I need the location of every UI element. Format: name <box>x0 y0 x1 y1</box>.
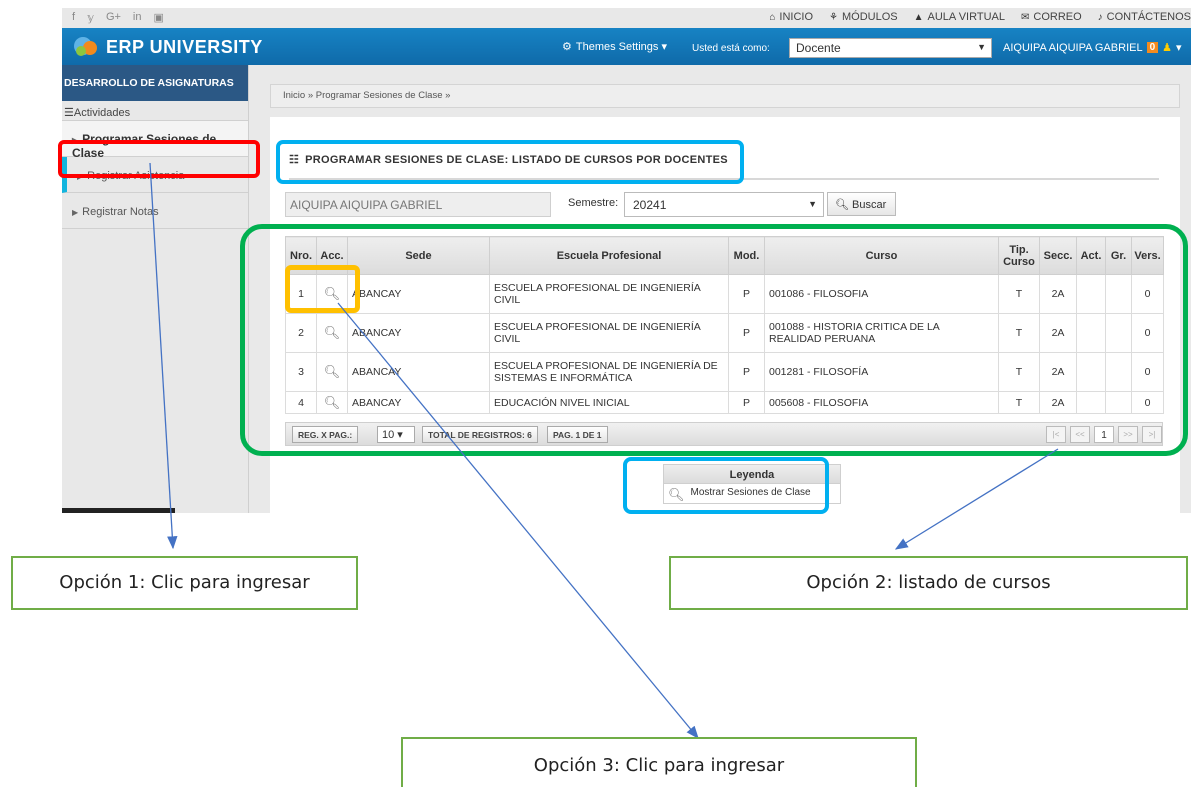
semester-label: Semestre: <box>568 197 619 209</box>
logo[interactable]: ERP UNIVERSITY <box>74 35 263 59</box>
highlight-legend <box>623 457 829 514</box>
chevron-down-icon: ▼ <box>808 199 817 209</box>
app-header: ERP UNIVERSITY ⚙ Themes Settings ▾ Usted … <box>62 28 1191 65</box>
breadcrumb: Inicio » Programar Sesiones de Clase » <box>270 84 1180 108</box>
top-bar: f 𝕪 G+ in ▣ ⌂ INICIO ⚘ MÓDULOS ▲ AULA VIRTU… <box>62 8 1191 28</box>
menu-icon: ☰ <box>64 107 74 119</box>
youtube-icon[interactable]: ▣ <box>153 11 163 24</box>
role-label: Usted está como: <box>692 43 770 54</box>
chevron-down-icon: ▼ <box>977 42 986 52</box>
link-aula-virtual[interactable]: ▲ AULA VIRTUAL <box>914 11 1005 23</box>
social-links: f 𝕪 G+ in ▣ <box>72 11 164 24</box>
graduation-cap-icon: ▲ <box>913 11 924 23</box>
note-opcion2: Opción 2: listado de cursos <box>669 556 1188 610</box>
highlight-sidebar-option <box>58 140 260 178</box>
themes-settings-button[interactable]: ⚙ Themes Settings ▾ <box>562 40 667 53</box>
linkedin-icon[interactable]: in <box>133 11 142 24</box>
top-links: ⌂ INICIO ⚘ MÓDULOS ▲ AULA VIRTUAL ✉ CORREO ♪… <box>769 11 1191 23</box>
link-contactenos[interactable]: ♪ CONTÁCTENOS <box>1098 11 1191 23</box>
caret-right-icon: ▶ <box>72 208 79 217</box>
sidebar-footer <box>62 508 175 513</box>
sidebar: DESARROLLO DE ASIGNATURAS ☰Actividades ▶… <box>62 65 249 513</box>
role-select[interactable]: Docente ▼ <box>789 38 992 58</box>
note-opcion3: Opción 3: Clic para ingresar <box>401 737 917 787</box>
home-icon: ⌂ <box>769 11 776 23</box>
user-name: AIQUIPA AIQUIPA GABRIEL <box>1003 41 1143 54</box>
bell-icon: ♪ <box>1097 11 1103 23</box>
twitter-icon[interactable]: 𝕪 <box>87 11 94 24</box>
teacher-field[interactable]: AIQUIPA AIQUIPA GABRIEL <box>285 192 551 217</box>
link-correo[interactable]: ✉ CORREO <box>1021 11 1082 23</box>
user-icon: ♟ <box>1162 42 1173 54</box>
note-opcion1: Opción 1: Clic para ingresar <box>11 556 358 610</box>
facebook-icon[interactable]: f <box>72 11 75 24</box>
envelope-icon: ✉ <box>1020 11 1030 23</box>
search-icon: 🔍︎ <box>835 199 849 211</box>
user-menu[interactable]: AIQUIPA AIQUIPA GABRIEL 0 ♟ ▾ <box>1003 41 1182 55</box>
breadcrumb-home[interactable]: Inicio <box>283 90 305 101</box>
sitemap-icon: ⚘ <box>829 11 838 23</box>
gear-icon: ⚙ <box>562 41 572 53</box>
link-modulos[interactable]: ⚘ MÓDULOS <box>829 11 898 23</box>
sidebar-title: DESARROLLO DE ASIGNATURAS <box>62 65 248 101</box>
sidebar-section: ☰Actividades <box>62 101 248 121</box>
search-button[interactable]: 🔍︎ Buscar <box>827 192 896 216</box>
sidebar-item-registrar-notas[interactable]: ▶ Registrar Notas <box>62 193 248 229</box>
highlight-action-icon <box>285 265 360 313</box>
highlight-panel-title <box>276 140 744 184</box>
google-plus-icon[interactable]: G+ <box>106 11 121 24</box>
notification-badge: 0 <box>1146 42 1159 53</box>
breadcrumb-current[interactable]: Programar Sesiones de Clase <box>316 90 443 101</box>
semester-select[interactable]: 20241 ▼ <box>624 192 824 217</box>
logo-icon <box>74 35 100 59</box>
highlight-course-list <box>240 224 1188 456</box>
link-inicio[interactable]: ⌂ INICIO <box>769 11 813 23</box>
logo-text: ERP UNIVERSITY <box>106 36 263 57</box>
